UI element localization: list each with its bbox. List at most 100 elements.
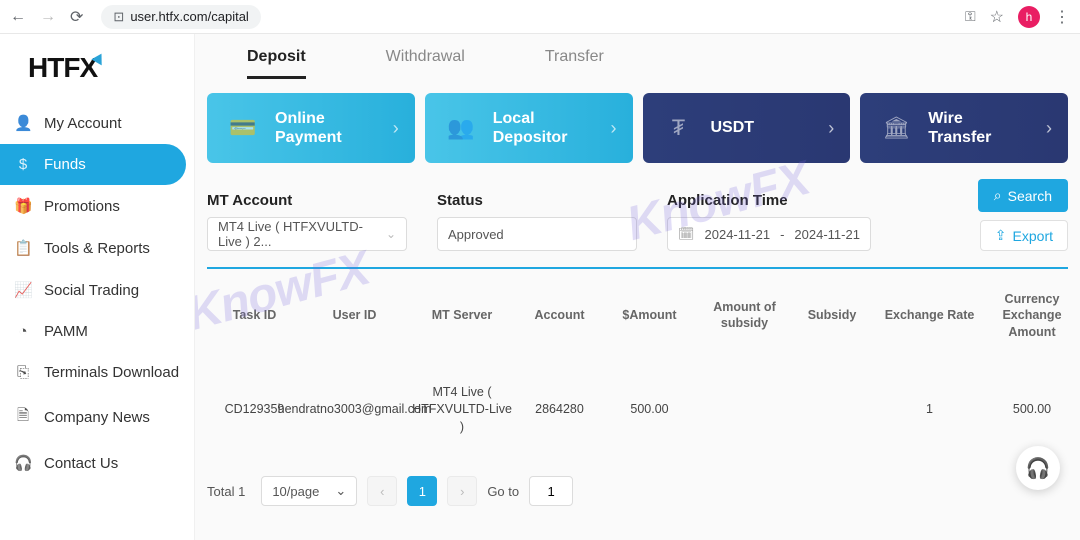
sidebar-item-pamm[interactable]: ◔ PAMM (0, 311, 194, 352)
kebab-menu-icon[interactable]: ⋮ (1054, 7, 1070, 27)
download-icon: ⎘ (14, 364, 32, 381)
date-range-picker[interactable]: 🗓 2024-11-21 - 2024-11-21 (667, 217, 871, 251)
sidebar-item-company-news[interactable]: 🗎 Company News (0, 393, 194, 442)
mt-account-select[interactable]: MT4 Live ( HTFXVULTD-Live ) 2... ⌄ (207, 217, 407, 251)
main-content: Deposit Withdrawal Transfer 💳 OnlinePaym… (195, 34, 1080, 540)
page-size-value: 10/page (272, 484, 319, 499)
news-icon: 🗎 (14, 405, 32, 430)
card-wire-transfer[interactable]: 🏛 WireTransfer › (860, 93, 1068, 163)
reload-icon[interactable]: ⟳ (70, 7, 83, 27)
logo-text-a: HTF (28, 52, 79, 84)
chevron-down-icon: ⌄ (335, 483, 346, 499)
section-divider (207, 267, 1068, 269)
sidebar: HTFX 👤 My Account $ Funds 🎁 Promotions 📋… (0, 34, 195, 540)
browser-toolbar: ← → ⟳ ⊡ user.htfx.com/capital ⚿ ☆ h ⋮ (0, 0, 1080, 34)
mt-account-value: MT4 Live ( HTFXVULTD-Live ) 2... (218, 219, 386, 249)
td-amount: 500.00 (602, 372, 697, 449)
mt-account-label: MT Account (207, 192, 407, 209)
pager-next-button[interactable]: › (447, 476, 477, 506)
funds-tabs: Deposit Withdrawal Transfer (207, 34, 1068, 79)
th-subsidy: Subsidy (792, 279, 872, 352)
sidebar-item-label: Tools & Reports (44, 240, 150, 257)
sidebar-item-label: PAMM (44, 323, 88, 340)
chevron-down-icon: ⌄ (386, 227, 396, 241)
table-row: CD129359 hendratno3003@gmail.com MT4 Liv… (207, 372, 1068, 449)
headset-icon: 🎧 (14, 454, 32, 472)
td-currency-exchange-amount: 500.00 (987, 372, 1077, 449)
th-currency-exchange-amount: Currency Exchange Amount (987, 279, 1077, 352)
search-button-label: Search (1008, 188, 1052, 204)
card-label-line1: Local (493, 110, 535, 127)
tab-withdrawal[interactable]: Withdrawal (386, 42, 465, 79)
pie-icon: ◔ (14, 323, 32, 340)
clipboard-icon: 📋 (14, 239, 32, 257)
calendar-icon: 🗓 (678, 226, 695, 242)
export-button-label: Export (1013, 228, 1053, 244)
status-value: Approved (448, 227, 504, 242)
card-usdt[interactable]: ₮ USDT › (643, 93, 851, 163)
forward-icon[interactable]: → (40, 8, 56, 26)
pager-goto-input[interactable] (529, 476, 573, 506)
dollar-icon: $ (14, 156, 32, 173)
url-text: user.htfx.com/capital (130, 9, 249, 24)
sidebar-item-social-trading[interactable]: 📈 Social Trading (0, 269, 194, 311)
th-account: Account (517, 279, 602, 352)
gift-icon: 🎁 (14, 197, 32, 215)
support-fab[interactable]: 🎧 (1016, 446, 1060, 490)
th-amount: $Amount (602, 279, 697, 352)
pagination: Total 1 10/page ⌄ ‹ 1 › Go to (207, 476, 1068, 506)
chevron-right-icon: › (393, 118, 399, 139)
td-subsidy (792, 372, 872, 449)
card-label-line1: Online (275, 110, 325, 127)
export-button[interactable]: ⇪ Export (980, 220, 1068, 251)
pager-total: Total 1 (207, 484, 245, 499)
pager-page-1[interactable]: 1 (407, 476, 437, 506)
sidebar-item-promotions[interactable]: 🎁 Promotions (0, 185, 194, 227)
chevron-right-icon: › (611, 118, 617, 139)
headset-icon: 🎧 (1026, 456, 1051, 481)
sidebar-item-label: Terminals Download (44, 364, 179, 381)
page-size-select[interactable]: 10/page ⌄ (261, 476, 357, 506)
sidebar-item-label: Company News (44, 409, 150, 426)
date-separator: - (780, 227, 784, 242)
sidebar-item-contact-us[interactable]: 🎧 Contact Us (0, 442, 194, 484)
chevron-right-icon: › (828, 118, 834, 139)
tether-icon: ₮ (659, 108, 699, 148)
address-bar[interactable]: ⊡ user.htfx.com/capital (101, 5, 260, 29)
sidebar-item-terminals-download[interactable]: ⎘ Terminals Download (0, 352, 194, 393)
th-subsidy-amount: Amount of subsidy (697, 279, 792, 352)
export-icon: ⇪ (995, 227, 1007, 244)
chart-icon: 📈 (14, 281, 32, 299)
status-select[interactable]: Approved (437, 217, 637, 251)
logo: HTFX (0, 34, 194, 102)
bank-icon: 🏛 (876, 108, 916, 148)
payment-method-cards: 💳 OnlinePayment › 👥 LocalDepositor › ₮ U… (207, 93, 1068, 163)
card-label-line2: Transfer (928, 129, 991, 146)
card-label-line2: Depositor (493, 129, 568, 146)
profile-avatar[interactable]: h (1018, 6, 1040, 28)
sidebar-item-funds[interactable]: $ Funds (0, 144, 186, 185)
sidebar-item-my-account[interactable]: 👤 My Account (0, 102, 194, 144)
sidebar-item-label: Social Trading (44, 282, 139, 299)
card-label-line1: Wire (928, 110, 963, 127)
card-online-payment[interactable]: 💳 OnlinePayment › (207, 93, 415, 163)
application-time-label: Application Time (667, 192, 871, 209)
th-exchange-rate: Exchange Rate (872, 279, 987, 352)
tab-transfer[interactable]: Transfer (545, 42, 604, 79)
bookmark-star-icon[interactable]: ☆ (990, 7, 1004, 27)
pager-prev-button[interactable]: ‹ (367, 476, 397, 506)
sidebar-item-tools-reports[interactable]: 📋 Tools & Reports (0, 227, 194, 269)
card-label-line2: Payment (275, 129, 342, 146)
search-button[interactable]: ⌕ Search (978, 179, 1068, 212)
depositor-icon: 👥 (441, 108, 481, 148)
pager-goto-label: Go to (487, 484, 519, 499)
tab-deposit[interactable]: Deposit (247, 42, 306, 79)
td-mt-server: MT4 Live ( HTFXVULTD-Live ) (407, 372, 517, 449)
card-local-depositor[interactable]: 👥 Local Depositor › (425, 93, 633, 163)
td-exchange-rate: 1 (872, 372, 987, 449)
back-icon[interactable]: ← (10, 8, 26, 26)
status-label: Status (437, 192, 637, 209)
deposit-table: Task ID User ID MT Server Account $Amoun… (207, 279, 1068, 448)
th-user-id: User ID (302, 279, 407, 352)
password-key-icon[interactable]: ⚿ (965, 8, 976, 25)
